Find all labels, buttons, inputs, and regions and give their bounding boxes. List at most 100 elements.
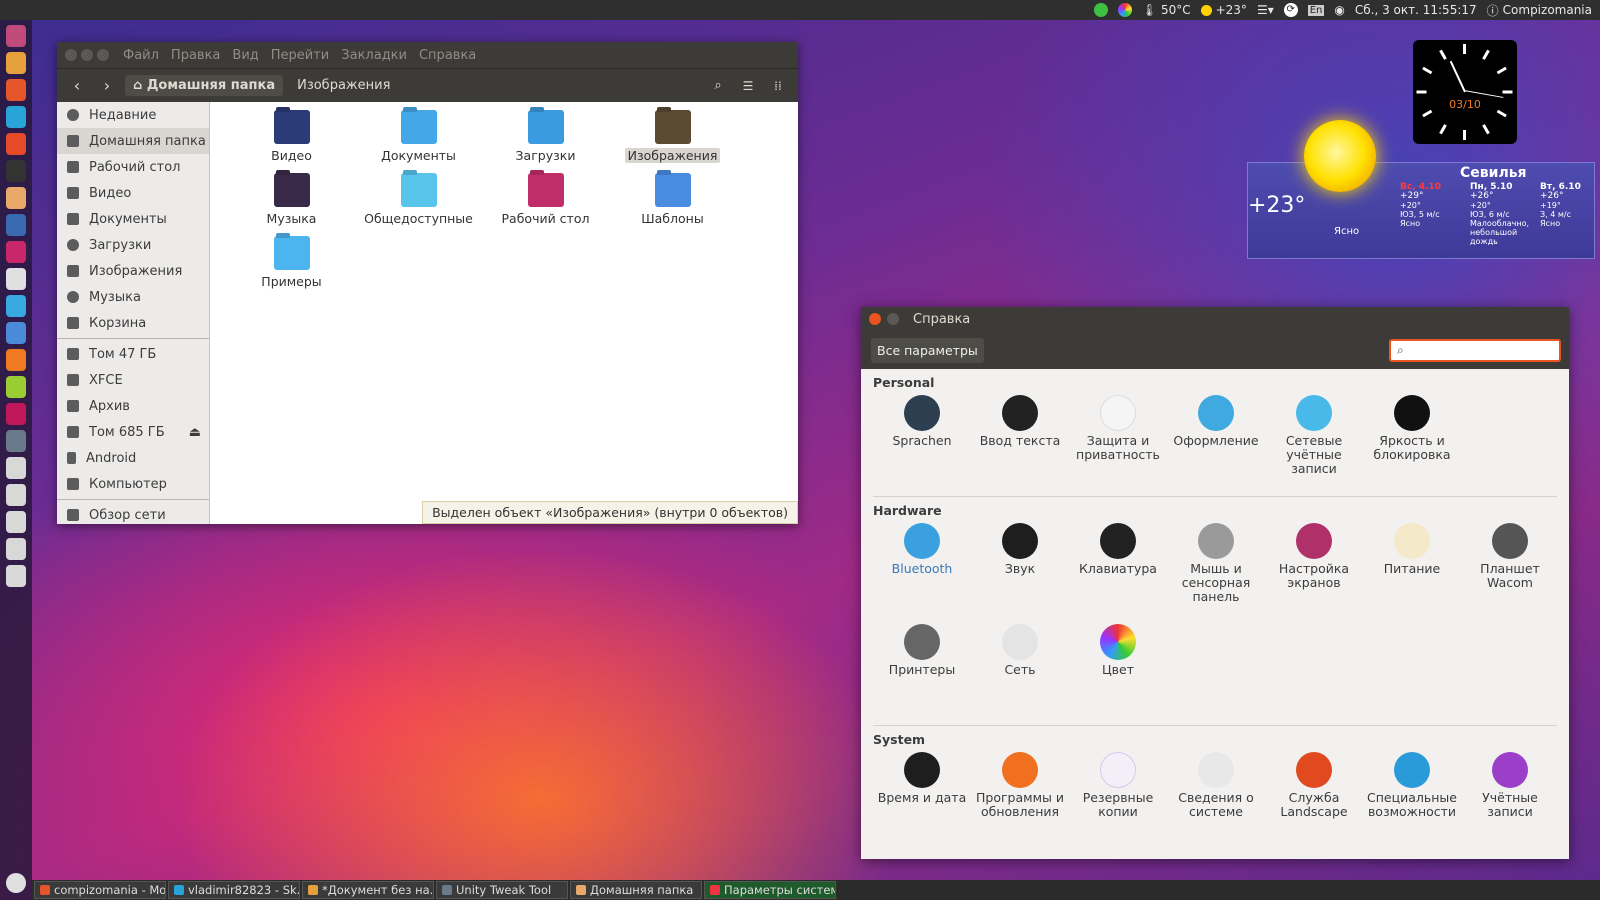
sidebar-item-network[interactable]: Обзор сети	[57, 502, 209, 524]
setting-mouse[interactable]: Мышь и сенсорная панель	[1167, 519, 1265, 620]
skype-icon[interactable]	[6, 106, 26, 128]
folder-documents[interactable]: Документы	[355, 110, 482, 173]
cpu-temp-indicator[interactable]: 🌡 50°C	[1142, 3, 1191, 17]
sidebar-item-music[interactable]: Музыка	[57, 284, 209, 310]
sidebar-item-recent[interactable]: Недавние	[57, 102, 209, 128]
drive-3-icon[interactable]	[6, 511, 26, 533]
folder-examples[interactable]: Примеры	[228, 236, 355, 299]
sidebar-item-documents[interactable]: Документы	[57, 206, 209, 232]
close-icon[interactable]	[65, 49, 77, 61]
menu-help[interactable]: Справка	[419, 48, 476, 63]
settings-app-icon[interactable]	[6, 268, 26, 290]
list-view-icon[interactable]: ☰	[736, 74, 760, 98]
chat-icon[interactable]	[6, 295, 26, 317]
task-unity-tweak[interactable]: Unity Tweak Tool	[436, 881, 568, 899]
sidebar-item-trash[interactable]: Корзина	[57, 310, 209, 336]
menu-list-icon[interactable]: ☰▾	[1257, 3, 1274, 17]
all-settings-button[interactable]: Все параметры	[871, 337, 984, 363]
setting-software-updates[interactable]: Программы и обновления	[971, 748, 1069, 849]
close-icon[interactable]	[869, 313, 881, 325]
setting-text-entry[interactable]: Ввод текста	[971, 391, 1069, 492]
setting-user-accounts[interactable]: Учётные записи	[1461, 748, 1559, 849]
drive-1-icon[interactable]	[6, 457, 26, 479]
eject-icon[interactable]: ⏏	[189, 425, 201, 440]
menu-go[interactable]: Перейти	[271, 48, 330, 63]
folder-templates[interactable]: Шаблоны	[609, 173, 736, 236]
setting-wacom[interactable]: Планшет Wacom	[1461, 519, 1559, 620]
menu-bookmarks[interactable]: Закладки	[341, 48, 407, 63]
user-menu[interactable]: ⓘ Compizomania	[1487, 2, 1592, 19]
terminal-icon[interactable]	[6, 160, 26, 182]
minimize-icon[interactable]	[887, 313, 899, 325]
weather-indicator[interactable]: +23°	[1200, 3, 1247, 17]
setting-backups[interactable]: Резервные копии	[1069, 748, 1167, 849]
setting-sound[interactable]: Звук	[971, 519, 1069, 620]
setting-languages[interactable]: Sprachen	[873, 391, 971, 492]
setting-landscape[interactable]: Служба Landscape	[1265, 748, 1363, 849]
home-folder-icon[interactable]	[6, 187, 26, 209]
drive-2-icon[interactable]	[6, 484, 26, 506]
setting-displays[interactable]: Настройка экранов	[1265, 519, 1363, 620]
setting-bluetooth[interactable]: Bluetooth	[873, 519, 971, 620]
back-icon[interactable]: ‹	[65, 74, 89, 98]
task-system-settings[interactable]: Параметры системы	[704, 881, 836, 899]
setting-keyboard[interactable]: Клавиатура	[1069, 519, 1167, 620]
setting-online-accounts[interactable]: Сетевые учётные записи	[1265, 391, 1363, 492]
usb-icon[interactable]	[6, 565, 26, 587]
minimize-icon[interactable]	[81, 49, 93, 61]
tweak-tool-icon[interactable]	[6, 430, 26, 452]
media-icon[interactable]	[6, 403, 26, 425]
setting-accessibility[interactable]: Специальные возможности	[1363, 748, 1461, 849]
forward-icon[interactable]: ›	[95, 74, 119, 98]
task-home-folder[interactable]: Домашняя папка	[570, 881, 702, 899]
network-icon[interactable]: ◉	[1334, 3, 1344, 17]
telegram-icon[interactable]	[6, 322, 26, 344]
setting-time-date[interactable]: Время и дата	[873, 748, 971, 849]
sidebar-item-pictures[interactable]: Изображения	[57, 258, 209, 284]
sidebar-item-home[interactable]: Домашняя папка	[57, 128, 209, 154]
settings-search-input[interactable]: ⌕	[1389, 338, 1561, 362]
sync-icon[interactable]: ⟳	[1283, 3, 1298, 17]
setting-appearance[interactable]: Оформление	[1167, 391, 1265, 492]
sidebar-item-downloads[interactable]: Загрузки	[57, 232, 209, 258]
setting-printers[interactable]: Принтеры	[873, 620, 971, 721]
task-text-editor[interactable]: *Документ без на...	[302, 881, 434, 899]
breadcrumb-pictures[interactable]: Изображения	[289, 75, 398, 96]
breadcrumb-home[interactable]: ⌂ Домашняя папка	[125, 75, 284, 96]
sidebar-item-xfce[interactable]: XFCE	[57, 367, 209, 393]
maximize-icon[interactable]	[97, 49, 109, 61]
folder-pictures[interactable]: Изображения	[609, 110, 736, 173]
dash-icon[interactable]	[6, 25, 26, 47]
software-center-icon[interactable]	[6, 133, 26, 155]
check-icon[interactable]	[1093, 3, 1108, 17]
grid-view-icon[interactable]: ⁞⁞	[766, 74, 790, 98]
ubuntu-icon[interactable]	[6, 349, 26, 371]
search-icon[interactable]: ⌕	[706, 74, 730, 98]
menu-edit[interactable]: Правка	[171, 48, 220, 63]
trash-icon[interactable]	[6, 873, 26, 893]
keyboard-layout[interactable]: En	[1307, 4, 1325, 16]
setting-details[interactable]: Сведения о системе	[1167, 748, 1265, 849]
sidebar-item-desktop[interactable]: Рабочий стол	[57, 154, 209, 180]
folder-downloads[interactable]: Загрузки	[482, 110, 609, 173]
folder-public[interactable]: Общедоступные	[355, 173, 482, 236]
sidebar-item-computer[interactable]: Компьютер	[57, 471, 209, 497]
sidebar-item-archive[interactable]: Архив	[57, 393, 209, 419]
setting-brightness-lock[interactable]: Яркость и блокировка	[1363, 391, 1461, 492]
menu-file[interactable]: Файл	[123, 48, 159, 63]
files-icon[interactable]	[6, 52, 26, 74]
setting-power[interactable]: Питание	[1363, 519, 1461, 620]
drive-4-icon[interactable]	[6, 538, 26, 560]
datetime[interactable]: Сб., 3 окт. 11:55:17	[1355, 3, 1477, 17]
sidebar-item-android[interactable]: Android	[57, 445, 209, 471]
sidebar-item-volume-47[interactable]: Том 47 ГБ	[57, 341, 209, 367]
setting-network[interactable]: Сеть	[971, 620, 1069, 721]
screenshot-icon[interactable]	[6, 241, 26, 263]
setting-color[interactable]: Цвет	[1069, 620, 1167, 721]
folder-desktop[interactable]: Рабочий стол	[482, 173, 609, 236]
menu-view[interactable]: Вид	[232, 48, 258, 63]
folder-videos[interactable]: Видео	[228, 110, 355, 173]
browser-icon[interactable]	[6, 214, 26, 236]
sidebar-item-volume-685[interactable]: Том 685 ГБ ⏏	[57, 419, 209, 445]
task-browser[interactable]: compizomania - Mo...	[34, 881, 166, 899]
